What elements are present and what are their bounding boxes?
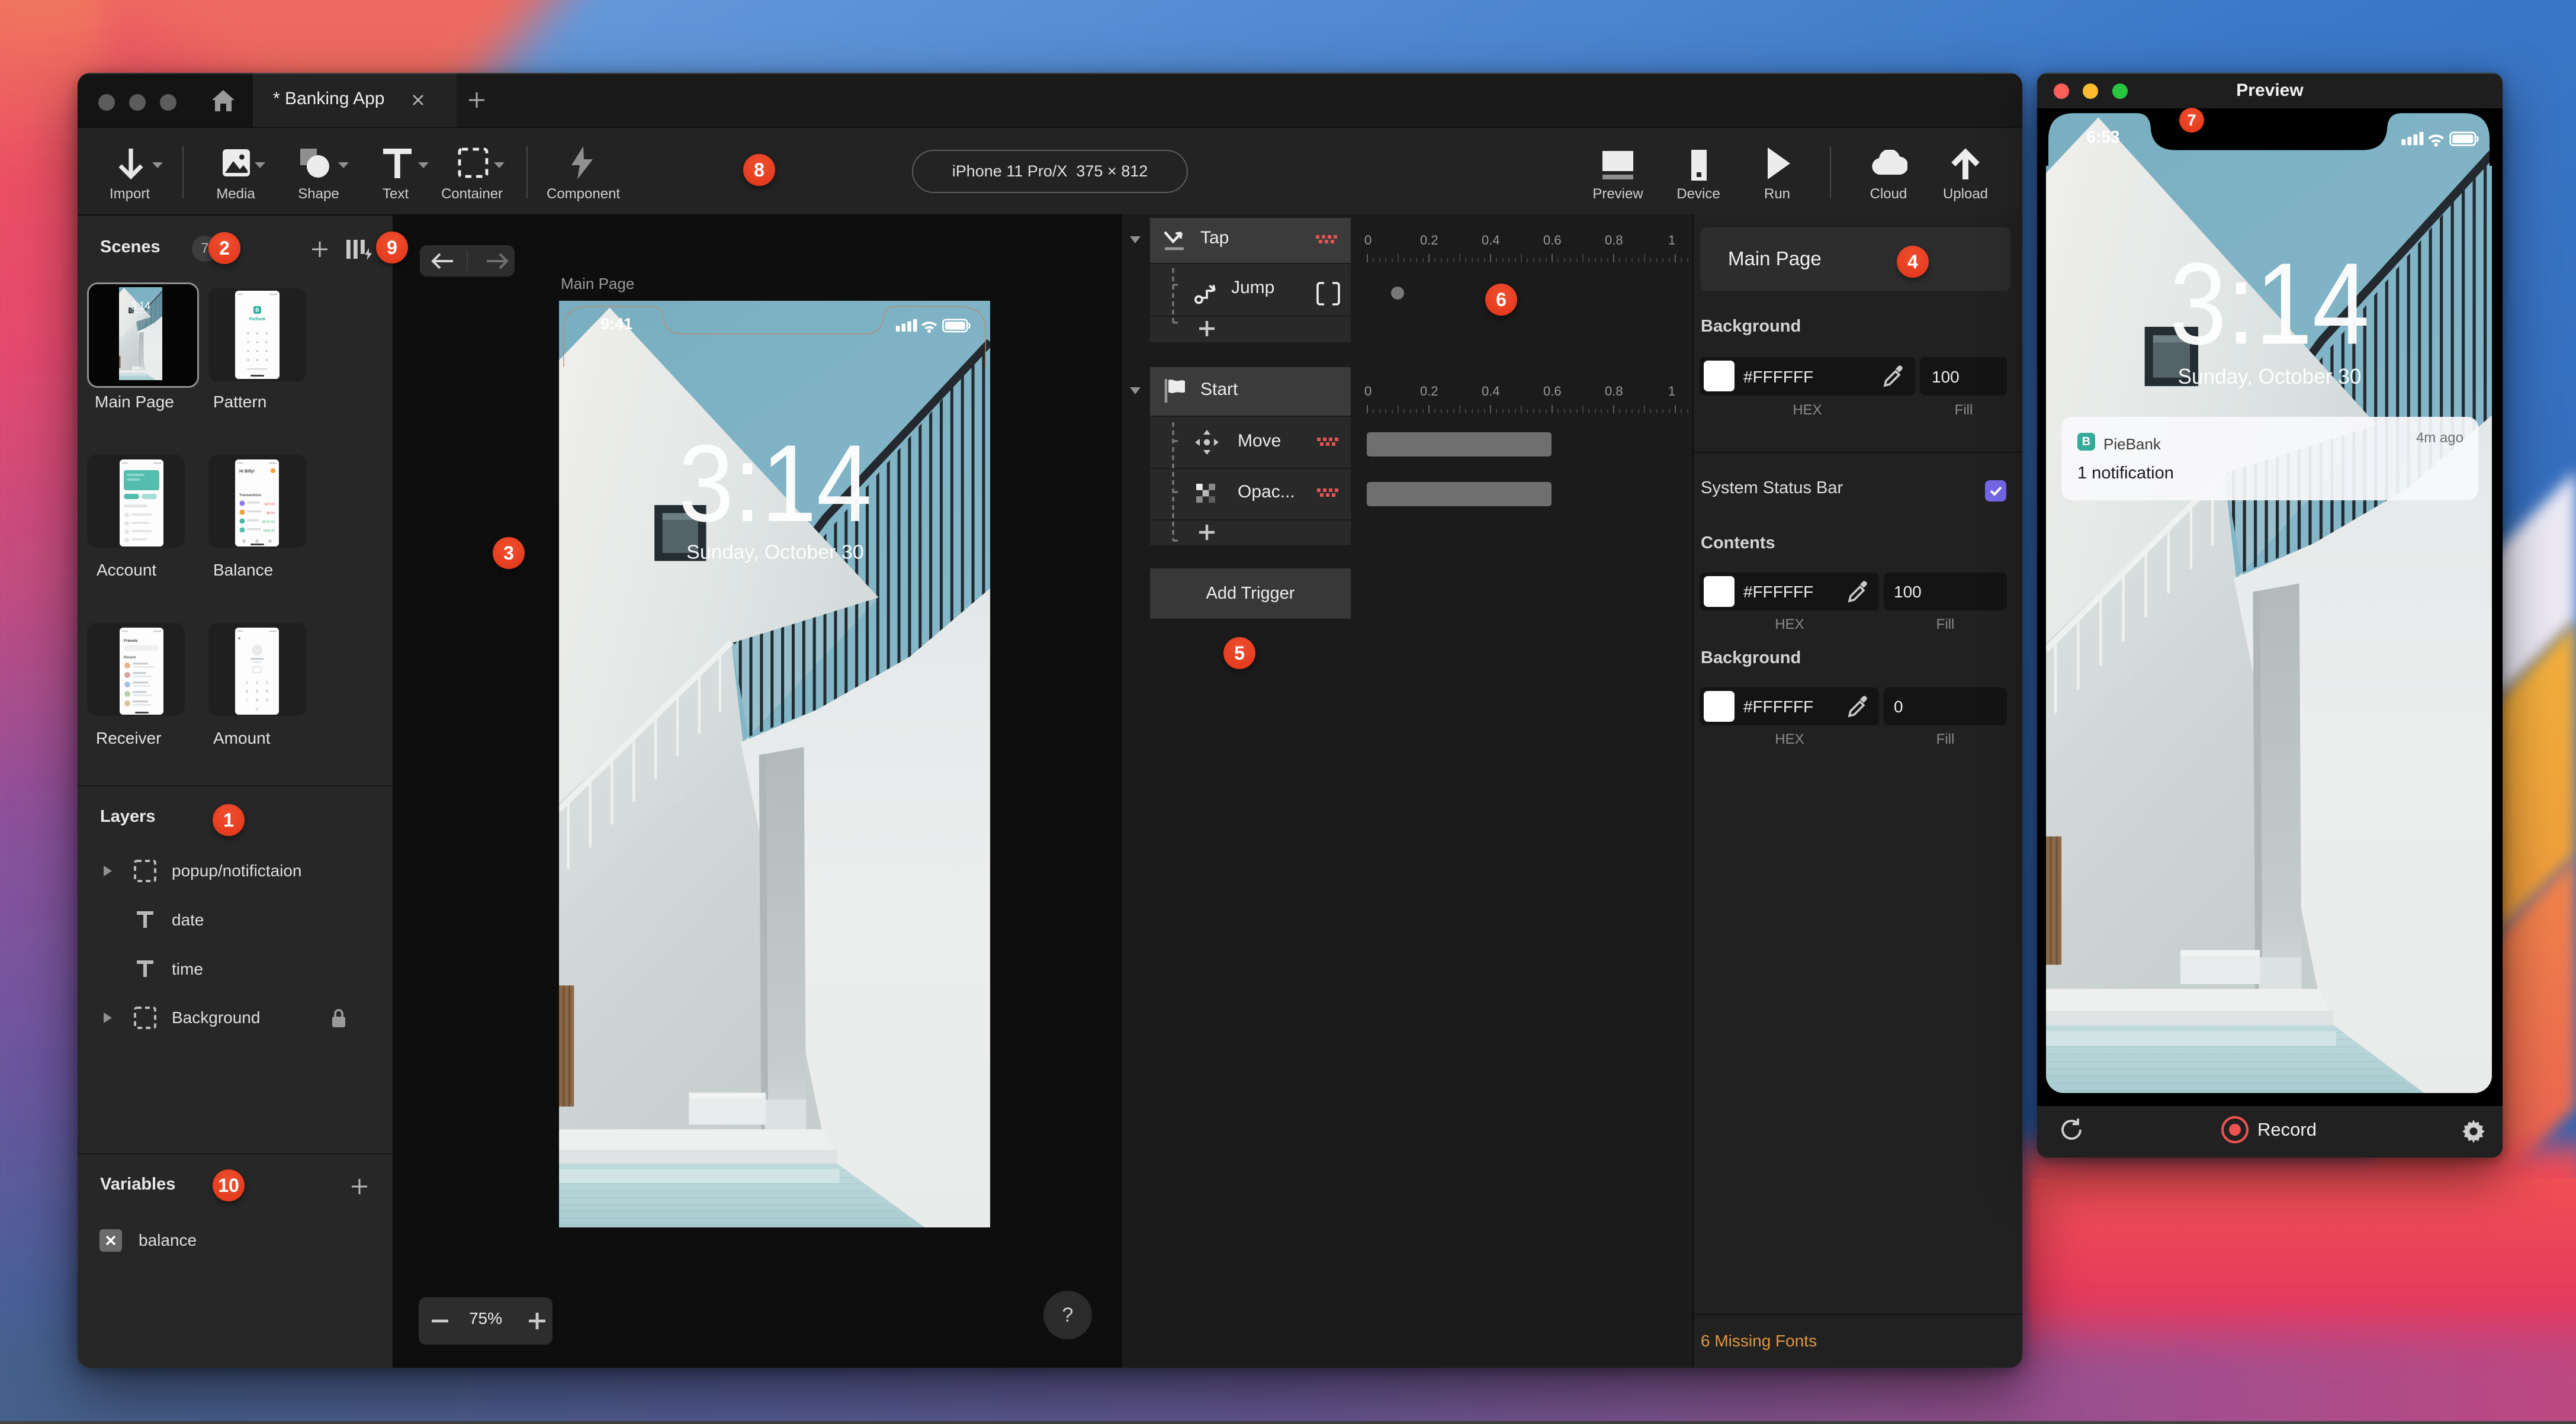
svg-text:9:41: 9:41 [600,314,632,333]
svg-text:6:53: 6:53 [2086,128,2119,147]
svg-text:0: 0 [256,708,258,712]
svg-text:0.6: 0.6 [1543,233,1562,247]
svg-text:5: 5 [256,690,258,694]
svg-text:6: 6 [266,690,268,694]
svg-text:Recent: Recent [124,656,136,660]
svg-text:0: 0 [1364,233,1371,247]
svg-text:Hi Billy!: Hi Billy! [239,470,255,474]
svg-text:3: 3 [266,681,268,685]
svg-text:0.6: 0.6 [1543,384,1562,398]
svg-text:2: 2 [256,681,258,685]
svg-text:7: 7 [246,699,248,703]
svg-text:0.2: 0.2 [1420,233,1438,247]
svg-text:-$24.00: -$24.00 [264,503,275,506]
svg-text:0.4: 0.4 [1482,233,1500,247]
svg-text:Transactions: Transactions [239,494,262,497]
svg-text:+$45.00: +$45.00 [263,529,275,533]
svg-text:+$120.00: +$120.00 [261,520,275,524]
svg-text:0.4: 0.4 [1482,384,1500,398]
svg-text:1: 1 [246,681,248,685]
svg-text:9: 9 [266,699,268,703]
svg-text:0.8: 0.8 [1605,233,1623,247]
svg-text:Friends: Friends [124,639,138,643]
svg-text:PieBank: PieBank [249,317,266,322]
svg-text:0.8: 0.8 [1605,384,1623,398]
svg-text:1: 1 [1668,233,1675,247]
svg-text:-$8.50: -$8.50 [265,512,275,515]
svg-text:4: 4 [246,690,248,694]
svg-text:B: B [255,307,259,313]
svg-text:0.2: 0.2 [1420,384,1438,398]
svg-text:0: 0 [1364,384,1371,398]
svg-text:1: 1 [1668,384,1675,398]
svg-text:8: 8 [256,699,258,703]
